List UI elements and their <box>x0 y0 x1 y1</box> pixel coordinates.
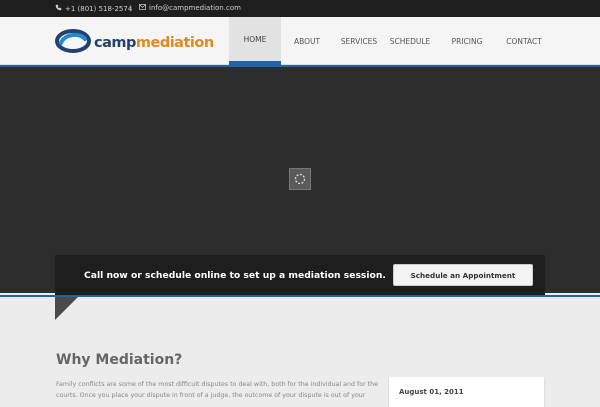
logo-swirl-icon <box>55 29 91 57</box>
logo-text-camp: camp <box>94 35 136 51</box>
cta-bar: Call now or schedule online to set up a … <box>55 255 545 295</box>
why-mediation-text: Family conflicts are some of the most di… <box>56 381 378 399</box>
schedule-appointment-button[interactable]: Schedule an Appointment <box>393 264 533 286</box>
site-logo[interactable]: campmediation <box>55 29 214 57</box>
cta-accent-line <box>0 295 600 297</box>
nav-item-contact[interactable]: CONTACT <box>499 17 549 65</box>
logo-text-mediation: mediation <box>135 35 214 51</box>
loading-spinner-icon <box>289 168 311 190</box>
site-header: campmediation HOME ABOUT SERVICES SCHEDU… <box>0 17 600 65</box>
news-date: August 01, 2011 <box>399 388 464 396</box>
main-nav: HOME ABOUT SERVICES SCHEDULE PRICING CON… <box>229 17 549 65</box>
news-card: August 01, 2011 <box>389 377 544 407</box>
top-bar: +1 (801) 518-2574 | info@campmediation.c… <box>0 0 600 17</box>
phone-number: +1 (801) 518-2574 <box>65 4 133 13</box>
why-mediation-heading: Why Mediation? <box>56 352 183 368</box>
nav-item-about[interactable]: ABOUT <box>281 17 333 65</box>
nav-item-services[interactable]: SERVICES <box>333 17 385 65</box>
nav-item-schedule[interactable]: SCHEDULE <box>385 17 435 65</box>
nav-item-pricing[interactable]: PRICING <box>435 17 499 65</box>
email-address: info@campmediation.com <box>149 4 241 12</box>
phone-icon <box>55 4 62 13</box>
cta-corner-tab <box>55 297 78 320</box>
email-contact[interactable]: info@campmediation.com <box>139 4 241 12</box>
cta-text: Call now or schedule online to set up a … <box>84 270 386 281</box>
topbar-separator: | <box>129 4 132 12</box>
nav-item-home[interactable]: HOME <box>229 17 281 65</box>
phone-contact[interactable]: +1 (801) 518-2574 <box>55 4 132 13</box>
envelope-icon <box>139 4 146 12</box>
